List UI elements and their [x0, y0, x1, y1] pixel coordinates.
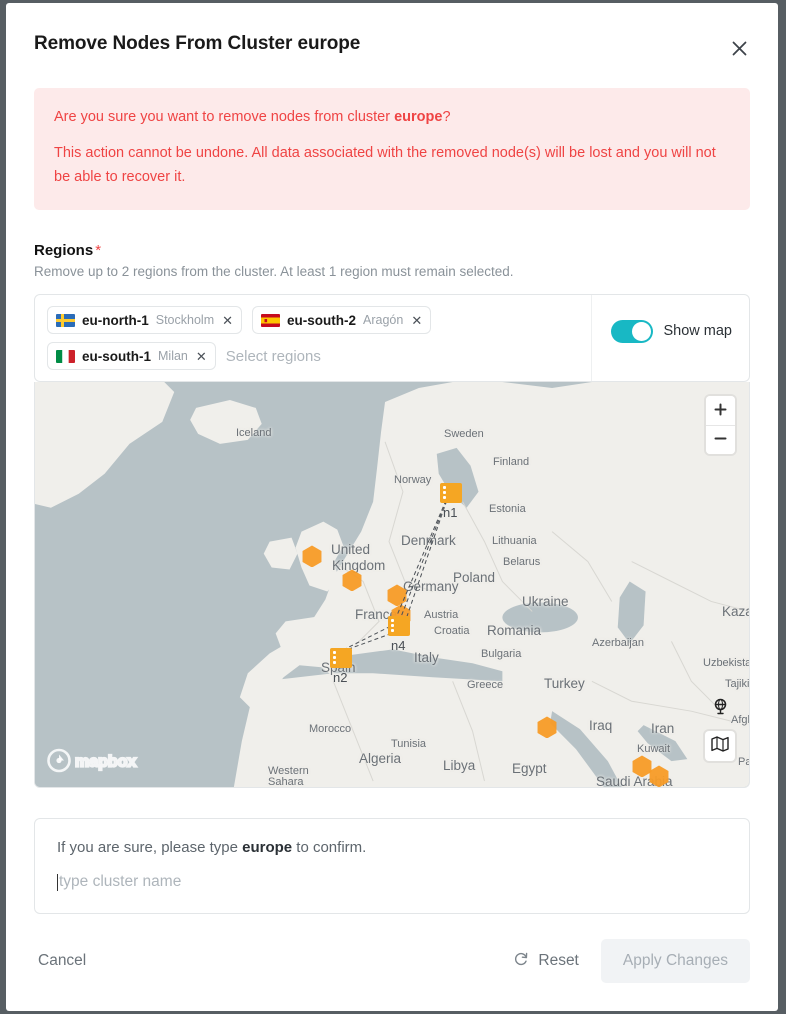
confirm-text-before: If you are sure, please type — [57, 839, 243, 857]
close-button[interactable] — [726, 35, 752, 61]
chip-remove-icon[interactable]: ✕ — [411, 314, 422, 327]
show-map-toggle[interactable] — [611, 319, 654, 343]
map-node-marker[interactable] — [388, 616, 410, 637]
region-chip-code: eu-north-1 — [82, 312, 149, 328]
map-node-marker[interactable] — [330, 648, 352, 669]
chip-remove-icon[interactable]: ✕ — [222, 314, 233, 327]
region-chip-code: eu-south-1 — [82, 348, 151, 364]
remove-nodes-modal: Remove Nodes From Cluster europe Are you… — [6, 3, 778, 1011]
alert-line-1-after: ? — [442, 109, 451, 125]
map-zoom-controls — [706, 396, 735, 455]
apply-changes-button[interactable]: Apply Changes — [600, 939, 750, 983]
modal-footer: Cancel Reset Apply Changes — [6, 939, 778, 983]
close-icon — [732, 41, 747, 56]
region-chip-city: Milan — [158, 349, 188, 364]
alert-line-1-before: Are you sure you want to remove nodes fr… — [54, 109, 395, 125]
chip-remove-icon[interactable]: ✕ — [196, 350, 207, 363]
map-layers-button[interactable] — [705, 731, 735, 762]
regions-section: Regions * Remove up to 2 regions from the… — [34, 242, 750, 383]
danger-alert: Are you sure you want to remove nodes fr… — [34, 88, 750, 211]
alert-line-1-cluster: europe — [394, 109, 443, 125]
show-map-toggle-area: Show map — [592, 295, 749, 367]
map-basemap — [35, 382, 749, 788]
region-chip-eu-north-1[interactable]: eu-north-1 Stockholm ✕ — [47, 306, 243, 335]
regions-help-text: Remove up to 2 regions from the cluster.… — [34, 264, 514, 280]
footer-actions: Reset Apply Changes — [509, 939, 750, 983]
text-caret — [57, 873, 58, 891]
reset-button[interactable]: Reset — [509, 943, 583, 980]
confirm-section: If you are sure, please type europe to c… — [34, 818, 750, 915]
map-zoom-in-button[interactable] — [706, 396, 735, 426]
regions-chips-area[interactable]: eu-north-1 Stockholm ✕ eu-south-2 Aragón — [35, 295, 593, 382]
plus-icon — [714, 403, 727, 419]
spain-flag — [261, 313, 281, 327]
region-chip-code: eu-south-2 — [287, 312, 357, 328]
confirm-text-after: to confirm. — [292, 839, 367, 857]
show-map-label: Show map — [663, 323, 732, 340]
map-node-marker[interactable] — [440, 483, 462, 504]
page-title: Remove Nodes From Cluster europe — [34, 33, 750, 55]
confirm-input-wrap[interactable] — [57, 873, 727, 892]
modal-title-cluster: europe — [297, 33, 361, 54]
region-chip-eu-south-1[interactable]: eu-south-1 Milan ✕ — [47, 342, 216, 371]
cancel-button[interactable]: Cancel — [34, 944, 90, 978]
confirm-cluster-name: europe — [242, 839, 293, 857]
alert-line-2: This action cannot be undone. All data a… — [54, 145, 716, 185]
map-side-controls — [705, 694, 735, 762]
map-zoom-out-button[interactable] — [706, 425, 735, 455]
map-compass-button[interactable] — [705, 694, 735, 724]
regions-selector: eu-north-1 Stockholm ✕ eu-south-2 Aragón — [34, 294, 750, 383]
sweden-flag — [56, 313, 75, 327]
modal-header: Remove Nodes From Cluster europe — [6, 3, 778, 55]
globe-compass-icon — [712, 698, 729, 720]
refresh-icon — [513, 951, 529, 972]
region-map[interactable]: North Atlantic Ocean IcelandSwedenFinlan… — [34, 382, 750, 789]
map-layers-icon — [711, 736, 729, 757]
regions-select-placeholder[interactable]: Select regions — [226, 348, 321, 365]
alert-line-1: Are you sure you want to remove nodes fr… — [54, 106, 730, 129]
italy-flag — [56, 349, 75, 363]
regions-label-text: Regions — [34, 242, 94, 260]
regions-label: Regions * — [34, 242, 750, 259]
reset-label: Reset — [538, 952, 579, 969]
toggle-knob — [632, 321, 652, 341]
confirm-instruction: If you are sure, please type europe to c… — [57, 839, 727, 856]
cluster-name-input[interactable] — [59, 873, 727, 892]
required-marker: * — [95, 242, 102, 260]
modal-title-lead: Remove Nodes From Cluster — [34, 33, 293, 54]
region-chip-eu-south-2[interactable]: eu-south-2 Aragón ✕ — [252, 306, 432, 335]
region-chip-city: Stockholm — [155, 313, 215, 328]
region-chip-city: Aragón — [363, 313, 404, 328]
minus-icon — [714, 432, 727, 448]
